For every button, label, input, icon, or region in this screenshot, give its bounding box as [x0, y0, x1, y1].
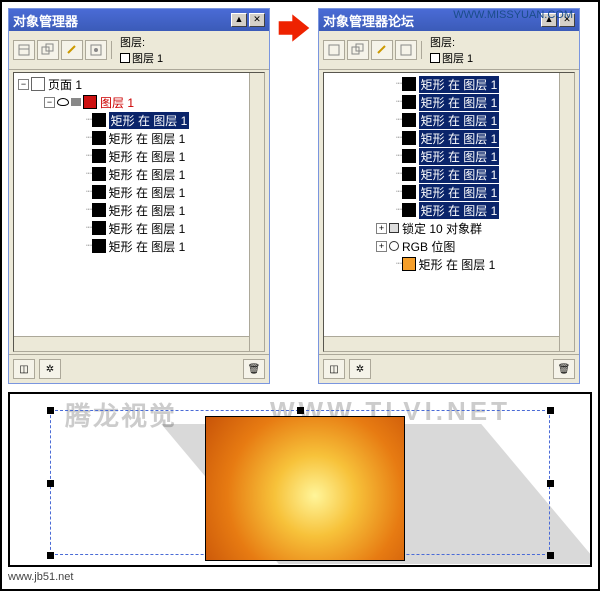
tree-item[interactable]: 矩形 在 图层 1 [419, 148, 500, 165]
tree-item[interactable]: 矩形 在 图层 1 [109, 112, 190, 129]
panel-title: 对象管理器论坛 [323, 11, 414, 30]
toolbar-button-3[interactable] [61, 40, 83, 60]
eye-icon[interactable] [57, 98, 69, 106]
rect-icon [402, 257, 416, 271]
tree-item[interactable]: 矩形 在 图层 1 [419, 76, 500, 93]
rgb-bitmap-label[interactable]: RGB 位图 [402, 238, 455, 255]
rect-icon [92, 113, 106, 127]
tree-item[interactable]: 矩形 在 图层 1 [109, 202, 186, 219]
new-master-button[interactable]: ✲ [39, 359, 61, 379]
horizontal-scrollbar[interactable] [324, 336, 559, 351]
selection-handle[interactable] [547, 407, 554, 414]
rect-icon [402, 95, 416, 109]
rect-icon [92, 149, 106, 163]
object-tree[interactable]: − 页面 1 − 图层 1 ┈矩形 在 图层 1 ┈矩形 在 图层 1 ┈矩形 … [13, 72, 265, 352]
titlebar[interactable]: 对象管理器论坛 WWW.MISSYUAN.COM ▲ ✕ [319, 9, 579, 31]
tree-item[interactable]: 矩形 在 图层 1 [109, 184, 186, 201]
tree-item[interactable]: 矩形 在 图层 1 [109, 130, 186, 147]
rect-icon [92, 131, 106, 145]
panel-footer: ◫ ✲ 🗑 [319, 354, 579, 383]
panel-footer: ◫ ✲ 🗑 [9, 354, 269, 383]
toolbar-button-4[interactable] [85, 40, 107, 60]
vertical-scrollbar[interactable] [249, 73, 264, 351]
expand-toggle[interactable]: + [376, 223, 387, 234]
selection-handle[interactable] [47, 407, 54, 414]
new-master-button[interactable]: ✲ [349, 359, 371, 379]
tree-item[interactable]: 矩形 在 图层 1 [109, 238, 186, 255]
new-layer-button[interactable]: ◫ [323, 359, 345, 379]
tree-item[interactable]: 矩形 在 图层 1 [419, 184, 500, 201]
rect-icon [402, 203, 416, 217]
canvas-preview: 腾龙视觉 WWW.TLVI.NET [8, 392, 592, 567]
delete-button[interactable]: 🗑 [553, 359, 575, 379]
magnifier-icon [389, 241, 399, 251]
bitmap-preview[interactable] [205, 416, 405, 561]
print-icon[interactable] [71, 98, 81, 106]
toolbar-button-1[interactable] [13, 40, 35, 60]
tree-item[interactable]: 矩形 在 图层 1 [419, 202, 500, 219]
tree-item[interactable]: 矩形 在 图层 1 [109, 166, 186, 183]
tree-item[interactable]: 矩形 在 图层 1 [109, 220, 186, 237]
expand-toggle[interactable]: − [18, 79, 29, 90]
layer-label[interactable]: 图层 1 [100, 94, 134, 111]
toolbar: 图层: 图层 1 [319, 31, 579, 70]
toolbar-button-2[interactable] [347, 40, 369, 60]
expand-toggle[interactable]: − [44, 97, 55, 108]
toolbar-button-3[interactable] [371, 40, 393, 60]
object-manager-panel-right: 对象管理器论坛 WWW.MISSYUAN.COM ▲ ✕ 图层: 图层 1 [318, 8, 580, 384]
tree-item[interactable]: 矩形 在 图层 1 [109, 148, 186, 165]
layer-label: 图层: [430, 34, 455, 50]
page-icon [31, 77, 45, 91]
site-url: www.jb51.net [8, 571, 592, 583]
toolbar-button-2[interactable] [37, 40, 59, 60]
panel-title: 对象管理器 [13, 11, 78, 30]
tree-item[interactable]: 矩形 在 图层 1 [419, 256, 496, 273]
rect-icon [92, 239, 106, 253]
tree-item[interactable]: 矩形 在 图层 1 [419, 112, 500, 129]
rect-icon [92, 221, 106, 235]
rect-icon [92, 185, 106, 199]
object-tree[interactable]: ┈矩形 在 图层 1 ┈矩形 在 图层 1 ┈矩形 在 图层 1 ┈矩形 在 图… [323, 72, 575, 352]
selection-handle[interactable] [47, 552, 54, 559]
expand-toggle[interactable]: + [376, 241, 387, 252]
layer-name: 图层 1 [132, 50, 163, 66]
lock-group-label[interactable]: 锁定 10 对象群 [402, 220, 482, 237]
selection-handle[interactable] [547, 552, 554, 559]
toolbar-button-1[interactable] [323, 40, 345, 60]
url-watermark: WWW.MISSYUAN.COM [453, 9, 573, 21]
tree-item[interactable]: 矩形 在 图层 1 [419, 166, 500, 183]
new-layer-button[interactable]: ◫ [13, 359, 35, 379]
rect-icon [402, 131, 416, 145]
tree-item[interactable]: 矩形 在 图层 1 [419, 94, 500, 111]
rect-icon [402, 185, 416, 199]
layer-swatch-icon [83, 95, 97, 109]
page-label[interactable]: 页面 1 [48, 76, 82, 93]
delete-button[interactable]: 🗑 [243, 359, 265, 379]
vertical-scrollbar[interactable] [559, 73, 574, 351]
lock-icon [389, 223, 399, 233]
layer-color-swatch [120, 53, 130, 63]
layer-label: 图层: [120, 34, 145, 50]
object-manager-panel-left: 对象管理器 ▲ ✕ 图层: 图层 1 [8, 8, 270, 384]
rect-icon [402, 167, 416, 181]
close-button[interactable]: ✕ [249, 13, 265, 27]
rect-icon [402, 149, 416, 163]
arrow-icon [274, 8, 314, 48]
horizontal-scrollbar[interactable] [14, 336, 249, 351]
tree-item[interactable]: 矩形 在 图层 1 [419, 130, 500, 147]
rect-icon [92, 203, 106, 217]
selection-handle[interactable] [547, 480, 554, 487]
toolbar: 图层: 图层 1 [9, 31, 269, 70]
rect-icon [402, 113, 416, 127]
rect-icon [92, 167, 106, 181]
rect-icon [402, 77, 416, 91]
toolbar-button-4[interactable] [395, 40, 417, 60]
layer-name: 图层 1 [442, 50, 473, 66]
selection-handle[interactable] [47, 480, 54, 487]
titlebar[interactable]: 对象管理器 ▲ ✕ [9, 9, 269, 31]
roll-up-button[interactable]: ▲ [231, 13, 247, 27]
selection-handle[interactable] [297, 407, 304, 414]
layer-color-swatch [430, 53, 440, 63]
